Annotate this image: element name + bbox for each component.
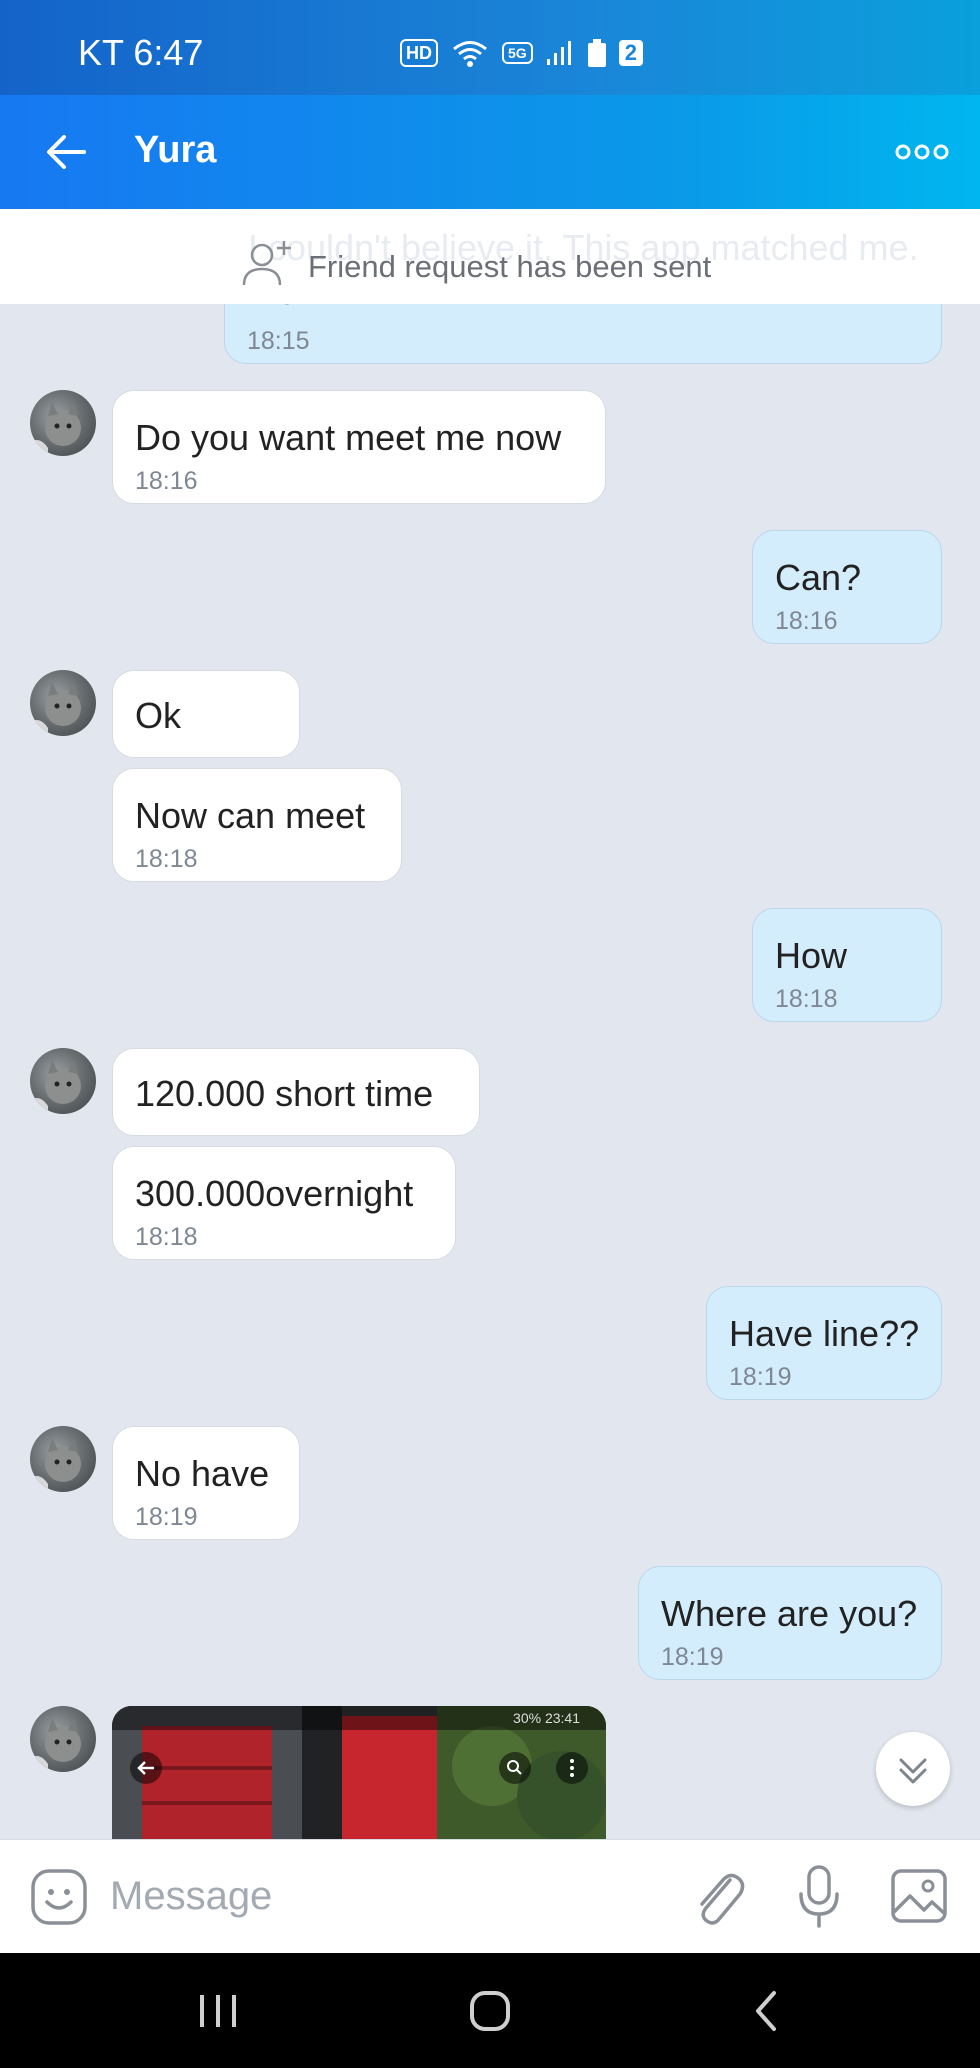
network-5g-icon: 5G [502,42,533,64]
message-bubble-outgoing[interactable]: Can? 18:16 [752,530,942,644]
emoji-icon[interactable] [30,1868,88,1926]
avatar[interactable] [30,670,96,736]
chevron-double-down-icon [899,1758,927,1784]
friend-request-banner: I couldn't believe it. This app matched … [0,209,980,304]
message-time: 18:18 [775,985,838,1013]
avatar[interactable] [30,1048,96,1114]
message-text: Do you want meet me now [135,417,562,458]
image-icon[interactable] [890,1868,948,1924]
chat-header: Yura [0,95,980,209]
message-time: 18:18 [135,1223,198,1251]
message-bubble-incoming[interactable]: No have 18:19 [112,1426,300,1540]
message-text: How [775,935,848,976]
cat-avatar-image [30,1718,81,1772]
message-time: 18:19 [661,1643,724,1671]
cat-avatar-image [30,402,81,456]
status-time: KT 6:47 [78,32,204,73]
message-time: 18:19 [729,1363,792,1391]
home-nav-icon[interactable] [468,1989,512,2033]
message-bubble-incoming[interactable]: Ok [112,670,300,758]
message-input[interactable]: Message [110,1874,272,1919]
back-arrow-icon[interactable] [40,125,94,179]
system-nav-bar [0,1953,980,2068]
message-time: 18:15 [247,327,310,355]
message-text: Ok [135,695,182,736]
message-bubble-outgoing[interactable]: Where are you? 18:19 [638,1566,942,1680]
message-text: me. [247,304,307,313]
message-bubble-incoming[interactable]: 300.000overnight 18:18 [112,1146,456,1260]
more-dots-icon[interactable] [894,137,950,167]
sim-indicator: 2 [618,40,643,66]
wifi-icon [453,41,487,67]
avatar[interactable] [30,1706,96,1772]
avatar[interactable] [30,1426,96,1492]
message-text: Have line?? [729,1313,920,1354]
chat-title[interactable]: Yura [134,129,216,172]
message-text: Can? [775,557,862,598]
message-bubble-incoming[interactable]: 120.000 short time [112,1048,480,1136]
message-text: Now can meet [135,795,366,836]
cat-avatar-image [30,1438,81,1492]
message-list[interactable]: me. 18:15 Do you want meet me now 18:16 … [0,304,980,1839]
avatar[interactable] [30,390,96,456]
image-message[interactable]: 30% 23:41 [112,1706,606,1839]
back-nav-icon[interactable] [748,1989,784,2033]
message-time: 18:16 [775,607,838,635]
attach-icon[interactable] [690,1866,746,1928]
message-text: 300.000overnight [135,1173,414,1214]
message-bubble-incoming[interactable]: Now can meet 18:18 [112,768,402,882]
message-composer: Message [0,1839,980,1954]
message-time: 18:18 [135,845,198,873]
message-text: 120.000 short time [135,1073,434,1114]
hd-voice-icon: HD [400,39,438,67]
recents-nav-icon[interactable] [196,1991,240,2031]
message-bubble-incoming[interactable]: Do you want meet me now 18:16 [112,390,606,504]
message-bubble-outgoing[interactable]: me. 18:15 [224,304,942,364]
banner-text: Friend request has been sent [308,249,712,284]
microphone-icon[interactable] [796,1864,842,1930]
cat-avatar-image [30,682,81,736]
scroll-to-bottom-button[interactable] [876,1732,950,1806]
message-text: No have [135,1453,270,1494]
signal-icon [546,41,571,65]
message-bubble-outgoing[interactable]: Have line?? 18:19 [706,1286,942,1400]
cat-avatar-image [30,1060,81,1114]
message-time: 18:19 [135,1503,198,1531]
status-bar: KT 6:47 HD 5G 2 [0,0,980,95]
message-bubble-outgoing[interactable]: How 18:18 [752,908,942,1022]
message-time: 18:16 [135,467,198,495]
thumbnail-status-text: 30% 23:41 [513,1710,580,1726]
status-icons: HD 5G 2 [400,38,643,68]
message-text: Where are you? [661,1593,918,1634]
battery-icon [587,39,606,67]
add-friend-icon [242,241,291,286]
